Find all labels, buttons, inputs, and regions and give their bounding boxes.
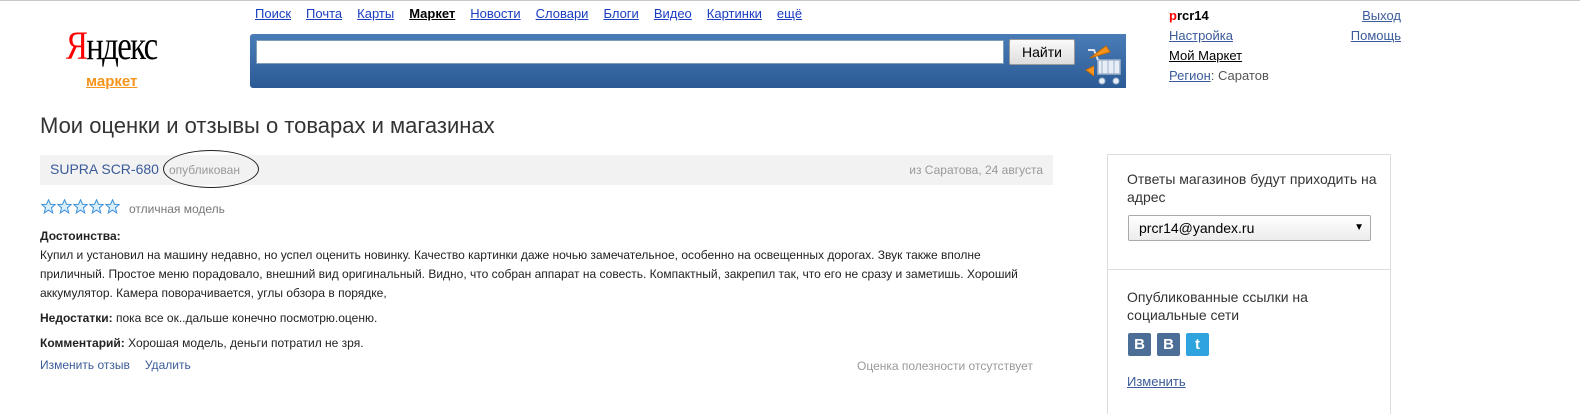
social-title: Опубликованные ссылки на социальные сети bbox=[1127, 289, 1308, 323]
delete-review-link[interactable]: Удалить bbox=[145, 358, 191, 372]
comment-label: Комментарий: bbox=[40, 336, 125, 350]
rating-stars bbox=[41, 199, 120, 214]
social-links: В В t bbox=[1128, 333, 1209, 356]
review-meta: из Саратова, 24 августа bbox=[909, 163, 1043, 177]
divider bbox=[1108, 269, 1390, 270]
my-market-link[interactable]: Мой Маркет bbox=[1169, 48, 1242, 63]
star-icon bbox=[105, 199, 120, 214]
help-link[interactable]: Помощь bbox=[1330, 26, 1401, 46]
pros-text: Купил и установил на машину недавно, но … bbox=[40, 248, 1018, 300]
region-link[interactable]: Регион bbox=[1169, 68, 1211, 83]
search-button[interactable]: Найти bbox=[1009, 39, 1075, 65]
top-border bbox=[0, 0, 1580, 1]
star-icon bbox=[73, 199, 88, 214]
user-actions: Выход Помощь bbox=[1330, 6, 1401, 46]
star-icon bbox=[89, 199, 104, 214]
edit-review-link[interactable]: Изменить отзыв bbox=[40, 358, 130, 372]
hand-drawn-circle bbox=[163, 150, 259, 188]
yandex-logo[interactable]: Яндекс маркет bbox=[66, 23, 176, 91]
vk-icon[interactable]: В bbox=[1157, 333, 1180, 356]
page-title: Мои оценки и отзывы о товарах и магазина… bbox=[40, 113, 495, 138]
nav-images[interactable]: Картинки bbox=[707, 6, 762, 21]
market-logo-link[interactable]: маркет bbox=[86, 73, 137, 90]
side-panel: Ответы магазинов будут приходить на адре… bbox=[1107, 154, 1391, 414]
region-separator: : bbox=[1210, 68, 1218, 83]
nav-more[interactable]: ещё bbox=[777, 6, 802, 21]
pros-label: Достоинства: bbox=[40, 229, 121, 243]
chevron-down-icon: ▼ bbox=[1354, 222, 1364, 233]
star-icon bbox=[41, 199, 56, 214]
pros-block: Достоинства: Купил и установил на машину… bbox=[40, 227, 1030, 303]
cons-text: пока все ок..дальше конечно посмотрю.оце… bbox=[115, 311, 378, 325]
nav-mail[interactable]: Почта bbox=[306, 6, 342, 21]
email-selected-value: prcr14@yandex.ru bbox=[1139, 220, 1255, 236]
comment-block: Комментарий: Хорошая модель, деньги потр… bbox=[40, 334, 1030, 353]
email-select[interactable]: prcr14@yandex.ru ▼ bbox=[1128, 215, 1371, 241]
change-social-link[interactable]: Изменить bbox=[1127, 374, 1186, 389]
user-block: prcr14 Настройка Мой Маркет Регион: Сара… bbox=[1169, 6, 1269, 86]
product-link[interactable]: SUPRA SCR-680 bbox=[50, 161, 159, 177]
answers-text: Ответы магазинов будут приходить на адре… bbox=[1127, 171, 1377, 205]
review-actions: Изменить отзыв Удалить bbox=[40, 358, 191, 372]
username-link[interactable]: prcr14 bbox=[1169, 8, 1209, 23]
settings-link[interactable]: Настройка bbox=[1169, 28, 1233, 43]
logout-link[interactable]: Выход bbox=[1330, 6, 1401, 26]
nav-market[interactable]: Маркет bbox=[409, 6, 455, 21]
services-nav: Поиск Почта Карты Маркет Новости Словари… bbox=[255, 6, 802, 21]
star-icon bbox=[57, 199, 72, 214]
cart-icon bbox=[1085, 45, 1121, 85]
comment-text: Хорошая модель, деньги потратил не зря. bbox=[128, 336, 364, 350]
nav-news[interactable]: Новости bbox=[470, 6, 520, 21]
nav-dictionaries[interactable]: Словари bbox=[536, 6, 589, 21]
search-input[interactable] bbox=[256, 40, 1004, 64]
review-body: Достоинства: Купил и установил на машину… bbox=[40, 227, 1030, 359]
region-value: Саратов bbox=[1217, 68, 1269, 83]
cons-block: Недостатки: пока все ок..дальше конечно … bbox=[40, 309, 1030, 328]
logo-text: Яндекс bbox=[66, 23, 158, 68]
twitter-icon[interactable]: t bbox=[1186, 333, 1209, 356]
nav-search[interactable]: Поиск bbox=[255, 6, 291, 21]
nav-blogs[interactable]: Блоги bbox=[603, 6, 638, 21]
nav-maps[interactable]: Карты bbox=[357, 6, 394, 21]
nav-video[interactable]: Видео bbox=[654, 6, 692, 21]
rating-text: отличная модель bbox=[129, 202, 225, 216]
usefulness-text: Оценка полезности отсутствует bbox=[857, 359, 1033, 373]
search-bar: Найти bbox=[250, 34, 1126, 88]
vk-icon[interactable]: В bbox=[1128, 333, 1151, 356]
cons-label: Недостатки: bbox=[40, 311, 113, 325]
